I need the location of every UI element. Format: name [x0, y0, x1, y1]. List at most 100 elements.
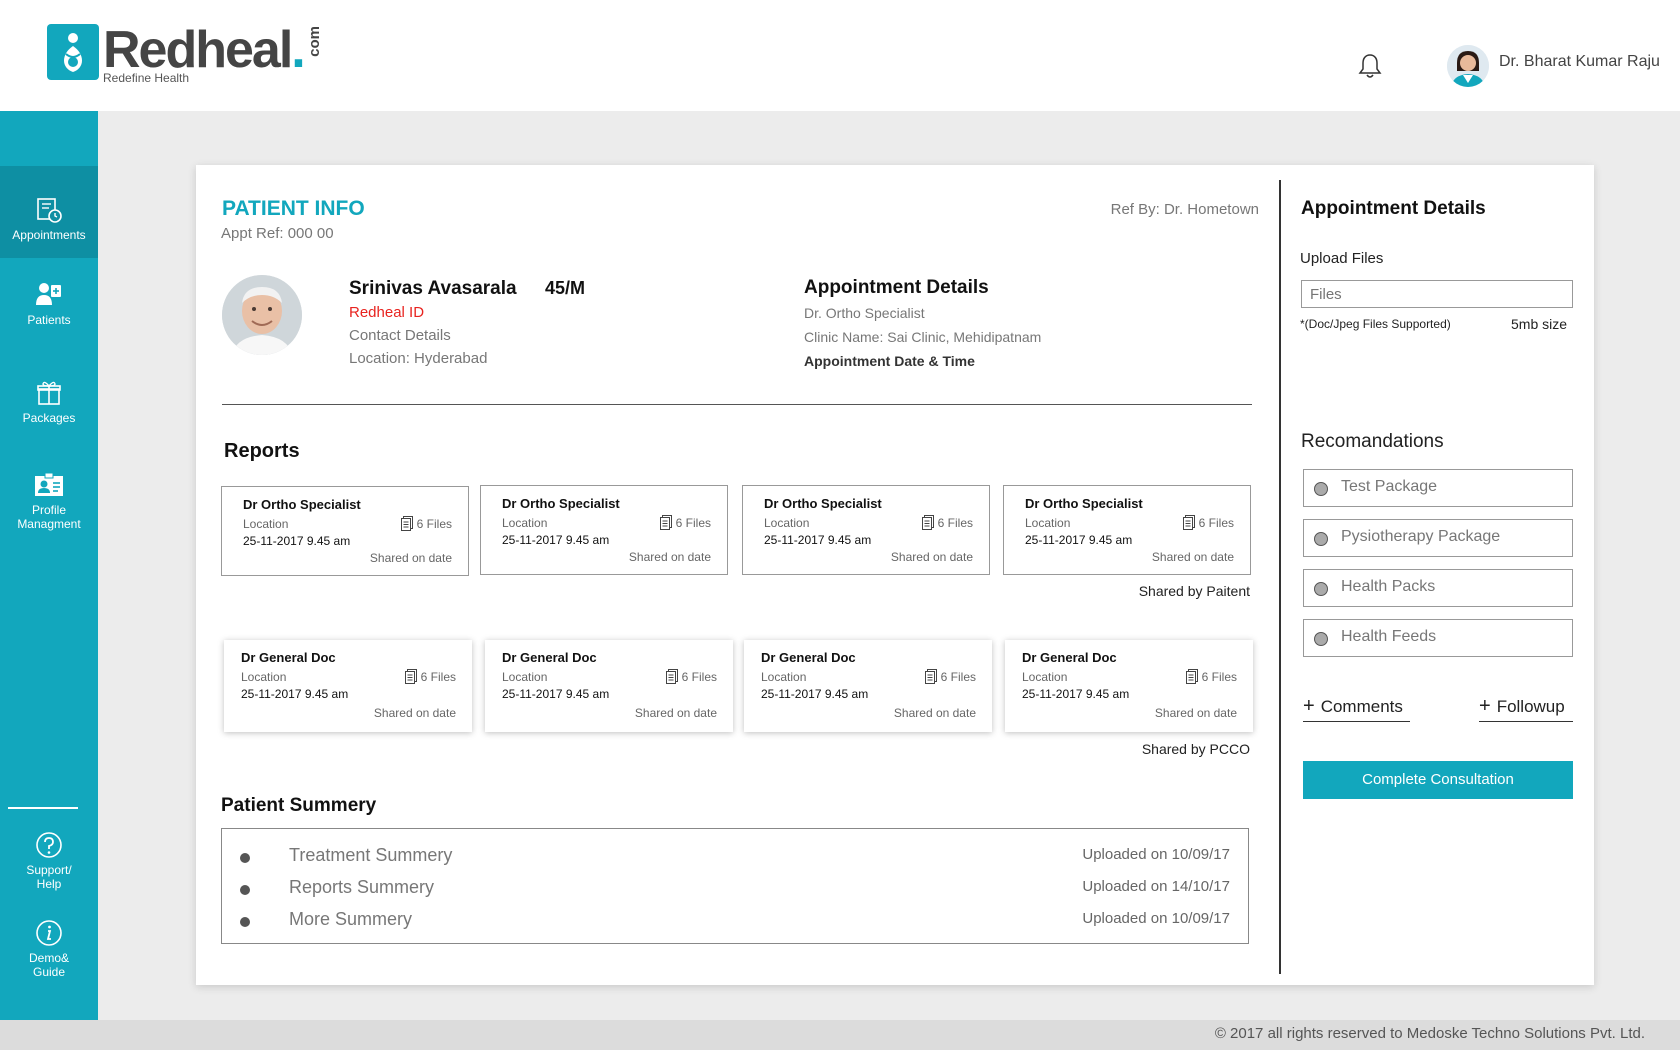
right-panel-title: Appointment Details [1301, 198, 1486, 219]
logo[interactable]: Redheal. com Redefine Health [47, 21, 323, 85]
sidebar-item-patients[interactable]: Patients [0, 281, 98, 351]
report-card[interactable]: Dr Ortho Specialist Location 25-11-2017 … [1003, 485, 1251, 575]
sidebar-item-demo-guide[interactable]: Demo& Guide [0, 919, 98, 999]
report-shared: Shared on date [634, 706, 717, 720]
bullet-icon [240, 853, 250, 863]
report-title: Dr Ortho Specialist [764, 496, 882, 511]
report-card[interactable]: Dr General Doc Location 25-11-2017 9.45 … [1005, 640, 1253, 732]
radio-icon [1314, 632, 1328, 646]
report-shared: Shared on date [628, 550, 711, 564]
report-date: 25-11-2017 9.45 am [764, 533, 872, 547]
report-title: Dr Ortho Specialist [243, 497, 361, 512]
shared-by-pcco-label: Shared by PCCO [1141, 741, 1250, 757]
plus-icon: + [1303, 695, 1315, 717]
report-date: 25-11-2017 9.45 am [502, 533, 610, 547]
file-icon [1185, 669, 1198, 684]
recommendation-label: Health Feeds [1341, 628, 1437, 645]
report-card[interactable]: Dr Ortho Specialist Location 25-11-2017 … [742, 485, 990, 575]
info-icon [36, 920, 62, 946]
panel-divider [1279, 180, 1281, 974]
report-files[interactable]: 6 Files [924, 669, 976, 684]
summary-item[interactable]: Reports Summery Uploaded on 14/10/17 [240, 877, 1230, 901]
sidebar-item-label: Help [36, 877, 62, 891]
report-card[interactable]: Dr General Doc Location 25-11-2017 9.45 … [485, 640, 733, 732]
recommendation-option[interactable]: Health Packs [1303, 569, 1573, 607]
contact-details[interactable]: Contact Details [349, 327, 451, 344]
report-location: Location [243, 517, 289, 531]
sidebar-item-label: Support/ [26, 863, 72, 877]
summary-uploaded: Uploaded on 10/09/17 [1082, 846, 1230, 863]
report-files[interactable]: 6 Files [404, 669, 456, 684]
appt-ref: Appt Ref: 000 00 [221, 225, 334, 242]
add-comments-button[interactable]: + Comments [1303, 695, 1410, 722]
sidebar-item-packages[interactable]: Packages [0, 379, 98, 449]
recommendation-option[interactable]: Test Package [1303, 469, 1573, 507]
appointment-doctor: Dr. Ortho Specialist [804, 305, 925, 321]
appointment-details-title: Appointment Details [804, 277, 989, 298]
report-title: Dr General Doc [761, 650, 856, 665]
patient-location: Location: Hyderabad [349, 350, 488, 367]
sidebar-item-support[interactable]: Support/ Help [0, 831, 98, 911]
report-card[interactable]: Dr General Doc Location 25-11-2017 9.45 … [224, 640, 472, 732]
report-card[interactable]: Dr Ortho Specialist Location 25-11-2017 … [221, 486, 469, 576]
logo-text: Redheal. [103, 21, 306, 79]
upload-files-label: Upload Files [1300, 250, 1384, 267]
user-avatar[interactable] [1447, 45, 1489, 87]
redheal-id[interactable]: Redheal ID [349, 304, 424, 321]
report-files[interactable]: 6 Files [659, 515, 711, 530]
radio-icon [1314, 482, 1328, 496]
report-date: 25-11-2017 9.45 am [241, 687, 349, 701]
user-name[interactable]: Dr. Bharat Kumar Raju [1499, 53, 1660, 71]
report-files[interactable]: 6 Files [1185, 669, 1237, 684]
header: Redheal. com Redefine Health Dr. Bharat … [0, 0, 1680, 111]
shared-by-patient-label: Shared by Paitent [1138, 583, 1250, 599]
recommendation-label: Test Package [1341, 478, 1438, 495]
sidebar-item-label: Patients [27, 313, 71, 327]
sidebar-divider [8, 807, 78, 809]
report-card[interactable]: Dr Ortho Specialist Location 25-11-2017 … [480, 485, 728, 575]
report-files[interactable]: 6 Files [400, 516, 452, 531]
files-input[interactable] [1301, 280, 1573, 308]
report-shared: Shared on date [373, 706, 456, 720]
sidebar-item-label: Demo& [28, 951, 69, 965]
file-icon [400, 516, 413, 531]
logo-com: com [305, 26, 323, 57]
summary-label: More Summery [289, 909, 413, 929]
report-location: Location [1022, 670, 1068, 684]
file-icon [659, 515, 672, 530]
recommendation-option[interactable]: Health Feeds [1303, 619, 1573, 657]
report-files[interactable]: 6 Files [665, 669, 717, 684]
complete-consultation-button[interactable]: Complete Consultation [1303, 761, 1573, 799]
report-card[interactable]: Dr General Doc Location 25-11-2017 9.45 … [744, 640, 992, 732]
summary-label: Reports Summery [289, 877, 435, 897]
report-title: Dr General Doc [1022, 650, 1117, 665]
summary-title: Patient Summery [221, 795, 377, 816]
sidebar-item-label: Appointments [12, 228, 86, 242]
sidebar-item-appointments[interactable]: Appointments [0, 166, 98, 258]
sidebar-item-label: Profile [31, 503, 66, 517]
report-files[interactable]: 6 Files [1182, 515, 1234, 530]
report-files[interactable]: 6 Files [921, 515, 973, 530]
patient-name: Srinivas Avasarala [349, 278, 517, 299]
summary-item[interactable]: More Summery Uploaded on 10/09/17 [240, 909, 1230, 933]
report-date: 25-11-2017 9.45 am [243, 534, 351, 548]
patient-info-title: PATIENT INFO [222, 197, 365, 220]
report-date: 25-11-2017 9.45 am [1025, 533, 1133, 547]
copyright: © 2017 all rights reserved to Medoske Te… [1214, 1025, 1645, 1042]
divider [222, 404, 1252, 405]
report-title: Dr General Doc [502, 650, 597, 665]
bullet-icon [240, 885, 250, 895]
recommendation-label: Pysiotherapy Package [1341, 528, 1501, 545]
sidebar: Appointments Patients Packages Profile M… [0, 111, 98, 1020]
summary-item[interactable]: Treatment Summery Uploaded on 10/09/17 [240, 845, 1230, 869]
report-date: 25-11-2017 9.45 am [502, 687, 610, 701]
recommendation-option[interactable]: Pysiotherapy Package [1303, 519, 1573, 557]
summary-label: Treatment Summery [289, 845, 453, 865]
sidebar-item-profile-management[interactable]: Profile Managment [0, 471, 98, 551]
summary-list: Treatment Summery Uploaded on 10/09/17 R… [221, 828, 1249, 944]
summary-uploaded: Uploaded on 14/10/17 [1082, 878, 1230, 895]
report-location: Location [761, 670, 807, 684]
reports-title: Reports [224, 440, 300, 462]
bell-icon[interactable] [1358, 52, 1382, 85]
add-followup-button[interactable]: + Followup [1479, 695, 1573, 722]
